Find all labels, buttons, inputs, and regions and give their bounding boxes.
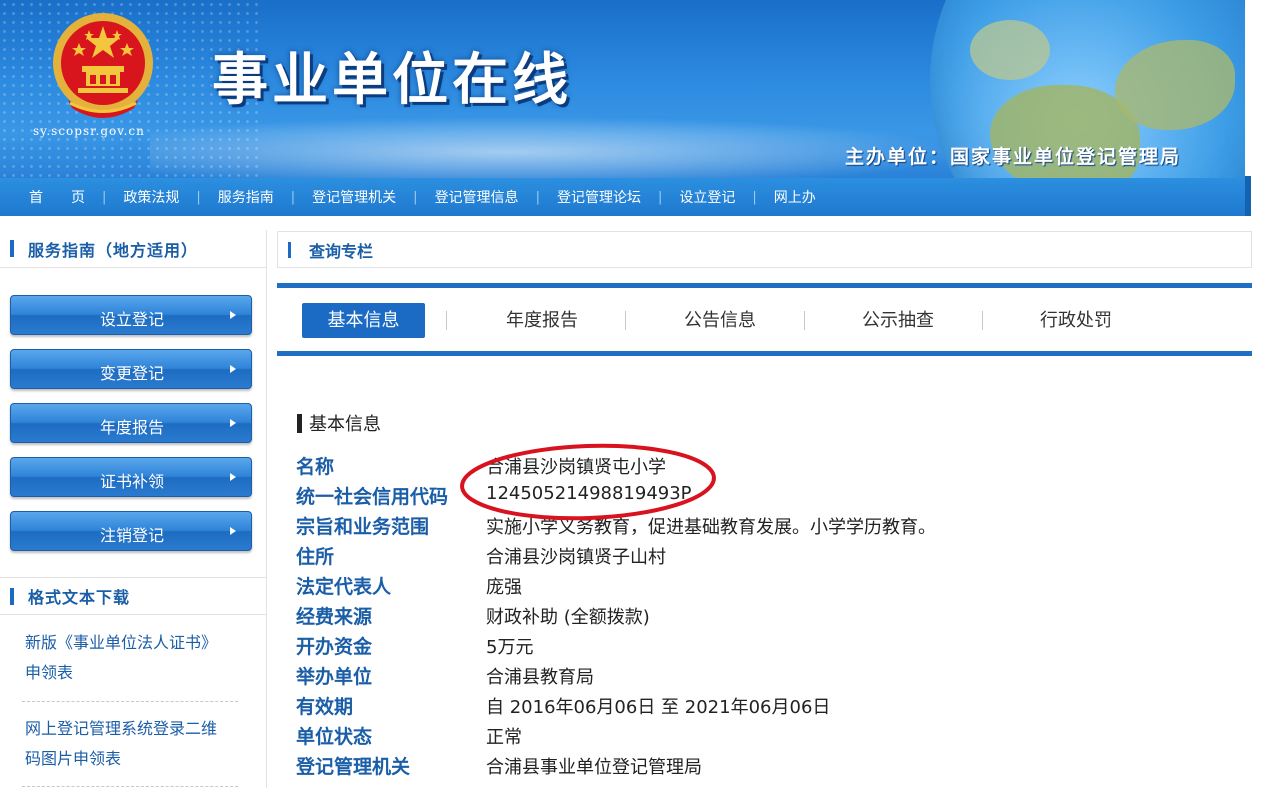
tabs-bottom-border — [277, 351, 1252, 356]
tab-administrative-penalty[interactable]: 行政处罚 — [1009, 303, 1143, 338]
field-label-credit-code: 统一社会信用代码 — [296, 486, 449, 508]
field-value-address: 合浦县沙岗镇贤子山村 — [486, 547, 666, 568]
tab-spot-check[interactable]: 公示抽查 — [831, 303, 965, 338]
chevron-right-icon — [230, 527, 236, 535]
field-label-address: 住所 — [296, 546, 335, 568]
field-label-funding-source: 经费来源 — [296, 606, 373, 628]
heading-marker — [297, 413, 302, 433]
sidebar-button-label: 年度报告 — [99, 418, 164, 437]
field-value-capital: 5万元 — [486, 637, 534, 658]
basic-info-title: 基本信息 — [309, 414, 381, 435]
globe-land — [970, 20, 1050, 80]
field-value-legal-rep: 庞强 — [486, 577, 522, 598]
field-label-business-scope: 宗旨和业务范围 — [296, 516, 430, 538]
nav-policies[interactable]: 政策法规 — [106, 187, 196, 207]
nav-edge-bar — [1245, 176, 1251, 216]
tab-separator — [982, 311, 983, 330]
sidebar-button-label: 设立登记 — [99, 310, 164, 329]
header-accent-bar — [10, 240, 14, 257]
field-label-capital: 开办资金 — [296, 636, 373, 658]
tab-annual-report[interactable]: 年度报告 — [475, 303, 609, 338]
nav-registration-authority[interactable]: 登记管理机关 — [295, 187, 413, 207]
nav-online-service[interactable]: 网上办 — [757, 187, 833, 207]
downloads-title: 格式文本下载 — [28, 588, 131, 607]
field-value-status: 正常 — [486, 727, 522, 748]
field-value-business-scope: 实施小学义务教育，促进基础教育发展。小学学历教育。 — [486, 517, 936, 538]
main-navigation: 首 页 | 政策法规 | 服务指南 | 登记管理机关 | 登记管理信息 | 登记… — [0, 178, 1245, 216]
field-label-name: 名称 — [296, 456, 335, 478]
tab-basic-info[interactable]: 基本信息 — [302, 303, 425, 338]
query-section-header: 查询专栏 — [277, 231, 1252, 268]
left-sidebar: 服务指南（地方适用） 设立登记 变更登记 年度报告 证书补领 注销登记 格式文本… — [0, 230, 267, 788]
download-link-qrcode-form[interactable]: 网上登记管理系统登录二维 码图片申领表 — [25, 714, 245, 774]
sidebar-button-annual-report[interactable]: 年度报告 — [10, 403, 252, 443]
field-label-legal-rep: 法定代表人 — [296, 576, 392, 598]
field-label-validity: 有效期 — [296, 696, 354, 718]
host-organization-label: 主办单位：国家事业单位登记管理局 — [845, 146, 1182, 168]
service-guide-header: 服务指南（地方适用） — [0, 230, 267, 268]
download-divider — [22, 701, 238, 702]
chevron-right-icon — [230, 473, 236, 481]
tab-separator — [625, 311, 626, 330]
sidebar-button-establish[interactable]: 设立登记 — [10, 295, 252, 335]
sidebar-button-label: 变更登记 — [99, 364, 164, 383]
tab-separator — [446, 311, 447, 330]
field-value-registration-authority: 合浦县事业单位登记管理局 — [486, 757, 702, 778]
nav-establish-registration[interactable]: 设立登记 — [662, 187, 752, 207]
download-link-line: 码图片申领表 — [25, 749, 122, 768]
header-accent-bar — [288, 241, 291, 258]
field-value-name: 合浦县沙岗镇贤屯小学 — [486, 457, 666, 478]
nav-forum[interactable]: 登记管理论坛 — [540, 187, 658, 207]
download-divider — [22, 786, 238, 787]
field-value-funding-source: 财政补助 (全额拨款) — [486, 607, 650, 628]
nav-service-guide[interactable]: 服务指南 — [201, 187, 291, 207]
sidebar-button-certificate-reissue[interactable]: 证书补领 — [10, 457, 252, 497]
field-label-registration-authority: 登记管理机关 — [296, 756, 411, 778]
tabs-top-border — [277, 283, 1252, 288]
download-link-certificate-form[interactable]: 新版《事业单位法人证书》 申领表 — [25, 628, 245, 688]
query-section-title: 查询专栏 — [309, 241, 374, 261]
tab-announcements[interactable]: 公告信息 — [653, 303, 787, 338]
download-link-line: 新版《事业单位法人证书》 — [25, 633, 218, 652]
nav-registration-info[interactable]: 登记管理信息 — [418, 187, 536, 207]
service-guide-title: 服务指南（地方适用） — [28, 240, 199, 260]
field-label-status: 单位状态 — [296, 726, 373, 748]
chevron-right-icon — [230, 419, 236, 427]
field-value-sponsor: 合浦县教育局 — [486, 667, 594, 688]
field-value-credit-code: 12450521498819493P — [486, 483, 692, 504]
globe-land — [1115, 40, 1235, 130]
sidebar-button-change[interactable]: 变更登记 — [10, 349, 252, 389]
tab-separator — [804, 311, 805, 330]
site-url: sy.scopsr.gov.cn — [33, 124, 145, 138]
download-link-line: 申领表 — [25, 663, 74, 682]
sidebar-button-label: 注销登记 — [99, 526, 164, 545]
national-emblem-icon[interactable] — [48, 8, 158, 123]
nav-home[interactable]: 首 页 — [12, 187, 102, 207]
site-banner: sy.scopsr.gov.cn 事业单位在线 主办单位：国家事业单位登记管理局 — [0, 0, 1245, 178]
header-accent-bar — [10, 587, 14, 605]
field-label-sponsor: 举办单位 — [296, 666, 373, 688]
basic-info-heading: 基本信息 — [297, 410, 381, 436]
field-value-validity: 自 2016年06月06日 至 2021年06月06日 — [486, 697, 831, 718]
chevron-right-icon — [230, 311, 236, 319]
chevron-right-icon — [230, 365, 236, 373]
sidebar-button-label: 证书补领 — [99, 472, 164, 491]
site-title: 事业单位在线 — [212, 47, 572, 113]
sidebar-button-cancellation[interactable]: 注销登记 — [10, 511, 252, 551]
downloads-header: 格式文本下载 — [0, 577, 267, 615]
download-link-line: 网上登记管理系统登录二维 — [25, 719, 218, 738]
